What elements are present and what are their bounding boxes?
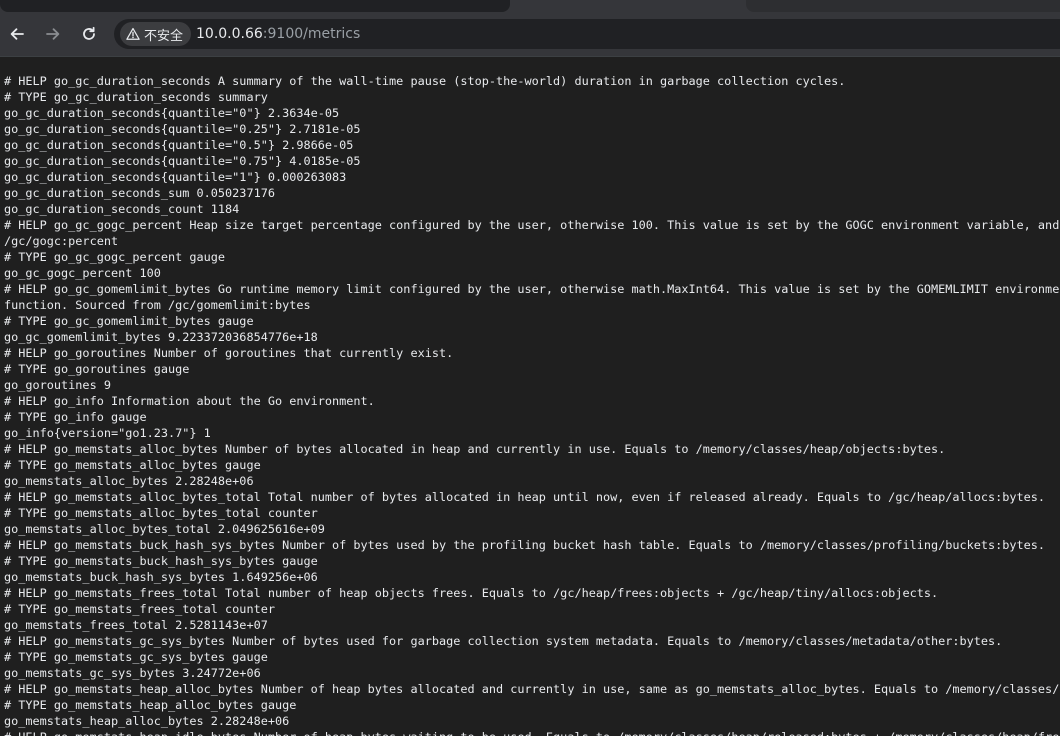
warning-icon <box>126 27 140 40</box>
metrics-line: # HELP go_memstats_alloc_bytes Number of… <box>4 442 946 456</box>
metrics-line: # TYPE go_memstats_frees_total counter <box>4 602 275 616</box>
metrics-line: # HELP go_memstats_heap_alloc_bytes Numb… <box>4 682 1060 696</box>
url-text[interactable]: 10.0.0.66:9100/metrics <box>196 25 360 43</box>
url-host: 10.0.0.66 <box>196 26 263 42</box>
metrics-line: # HELP go_gc_gomemlimit_bytes Go runtime… <box>4 282 1060 296</box>
metrics-line: # TYPE go_gc_duration_seconds summary <box>4 90 268 104</box>
metrics-line: # TYPE go_goroutines gauge <box>4 362 190 376</box>
metrics-line: go_memstats_alloc_bytes 2.28248e+06 <box>4 474 254 488</box>
metrics-line: go_gc_duration_seconds_count 1184 <box>4 202 240 216</box>
metrics-line: go_gc_duration_seconds{quantile="0.5"} 2… <box>4 138 354 152</box>
metrics-line: # TYPE go_info gauge <box>4 410 147 424</box>
security-label: 不安全 <box>144 28 184 44</box>
metrics-line: # HELP go_info Information about the Go … <box>4 394 375 408</box>
reload-icon <box>83 26 95 40</box>
metrics-line: # HELP go_memstats_heap_idle_bytes Numbe… <box>4 729 1060 736</box>
metrics-line: # TYPE go_memstats_heap_alloc_bytes gaug… <box>4 698 297 712</box>
metrics-line: # TYPE go_gc_gogc_percent gauge <box>4 250 226 264</box>
arrow-right-icon <box>46 28 60 40</box>
metrics-line: # TYPE go_memstats_gc_sys_bytes gauge <box>4 650 268 664</box>
browser-toolbar: 不安全 10.0.0.66:9100/metrics <box>0 12 1060 57</box>
url-path: :9100/metrics <box>262 26 361 42</box>
metrics-line: # TYPE go_memstats_alloc_bytes_total cou… <box>4 506 318 520</box>
metrics-line: function. Sourced from /gc/gomemlimit:by… <box>4 298 311 312</box>
reload-button[interactable] <box>78 20 100 48</box>
metrics-line: # HELP go_gc_gogc_percent Heap size targ… <box>4 218 1060 232</box>
metrics-line: go_memstats_frees_total 2.5281143e+07 <box>4 618 268 632</box>
metrics-line: go_gc_gomemlimit_bytes 9.223372036854776… <box>4 330 318 344</box>
active-tab[interactable] <box>0 0 510 12</box>
metrics-line: # TYPE go_memstats_buck_hash_sys_bytes g… <box>4 554 318 568</box>
metrics-line: go_gc_duration_seconds{quantile="0"} 2.3… <box>4 106 340 120</box>
metrics-line: go_gc_duration_seconds{quantile="0.75"} … <box>4 154 361 168</box>
metrics-line: # HELP go_memstats_alloc_bytes_total Tot… <box>4 490 1046 504</box>
metrics-line: go_memstats_alloc_bytes_total 2.04962561… <box>4 522 325 536</box>
metrics-line: go_memstats_buck_hash_sys_bytes 1.649256… <box>4 570 318 584</box>
metrics-line: # TYPE go_gc_gomemlimit_bytes gauge <box>4 314 254 328</box>
metrics-text: # HELP go_gc_duration_seconds A summary … <box>4 73 1060 736</box>
metrics-line: go_gc_duration_seconds{quantile="1"} 0.0… <box>4 170 347 184</box>
metrics-line: # TYPE go_memstats_alloc_bytes gauge <box>4 458 261 472</box>
metrics-line: /gc/gogc:percent <box>4 234 119 248</box>
metrics-line: # HELP go_memstats_buck_hash_sys_bytes N… <box>4 538 1046 552</box>
metrics-line: go_gc_gogc_percent 100 <box>4 266 161 280</box>
address-bar[interactable]: 不安全 10.0.0.66:9100/metrics <box>114 19 1060 49</box>
metrics-line: go_info{version="go1.23.7"} 1 <box>4 426 211 440</box>
tab-strip <box>0 0 1060 12</box>
page-content: # HELP go_gc_duration_seconds A summary … <box>0 57 1060 736</box>
arrow-left-icon <box>10 28 24 40</box>
metrics-line: go_gc_duration_seconds_sum 0.050237176 <box>4 186 275 200</box>
back-button[interactable] <box>6 20 28 48</box>
metrics-line: go_gc_duration_seconds{quantile="0.25"} … <box>4 122 361 136</box>
metrics-line: go_memstats_gc_sys_bytes 3.24772e+06 <box>4 666 261 680</box>
forward-button[interactable] <box>42 20 64 48</box>
metrics-line: # HELP go_memstats_frees_total Total num… <box>4 586 939 600</box>
inactive-tab[interactable] <box>746 0 1060 12</box>
metrics-line: go_memstats_heap_alloc_bytes 2.28248e+06 <box>4 714 290 728</box>
metrics-line: # HELP go_gc_duration_seconds A summary … <box>4 74 846 88</box>
metrics-line: # HELP go_memstats_gc_sys_bytes Number o… <box>4 634 1003 648</box>
security-indicator[interactable]: 不安全 <box>120 22 192 46</box>
metrics-line: # HELP go_goroutines Number of goroutine… <box>4 346 454 360</box>
metrics-line: go_goroutines 9 <box>4 378 111 392</box>
